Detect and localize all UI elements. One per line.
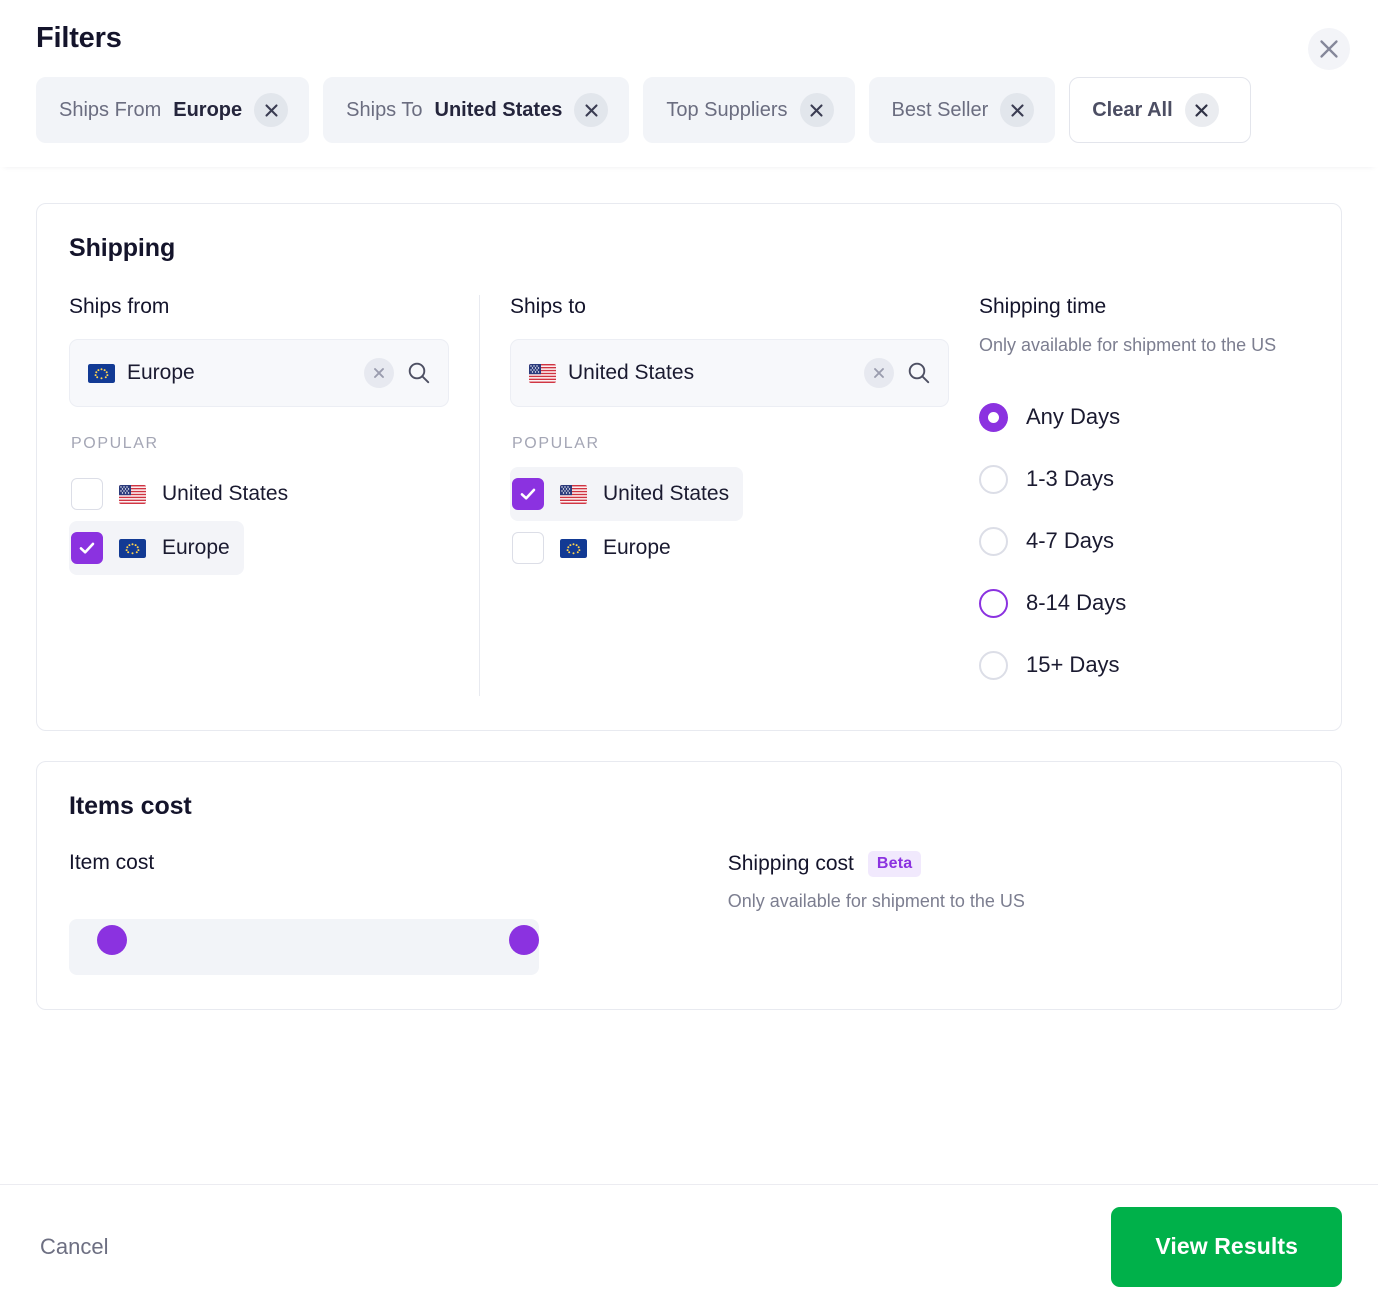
close-icon (1318, 38, 1340, 60)
ships-from-heading: Ships from (69, 295, 170, 318)
ships-to-column: Ships to United States POPULAR United St… (479, 295, 949, 697)
item-cost-heading: Item cost (69, 851, 728, 875)
chip-label: Best Seller (891, 98, 989, 121)
radio-button[interactable] (979, 588, 1008, 618)
radio-label: 4-7 Days (1026, 528, 1115, 554)
ships-from-option-united-states[interactable]: United States (69, 467, 302, 521)
chip-label: Ships To (346, 98, 423, 121)
ships-to-option-united-states[interactable]: United States (510, 467, 744, 521)
chip-value: Europe (173, 98, 243, 121)
checkbox[interactable] (512, 532, 544, 564)
eu-flag-icon (560, 538, 587, 558)
cancel-button[interactable]: Cancel (36, 1224, 112, 1270)
search-icon[interactable] (906, 360, 932, 386)
ships-from-column: Ships from Europe POPULAR United States … (69, 295, 479, 696)
ships-to-search-value: United States (568, 361, 695, 384)
beta-badge: Beta (867, 851, 922, 878)
chip-label: Top Suppliers (666, 98, 788, 121)
close-button[interactable] (1308, 28, 1350, 70)
checkbox[interactable] (512, 478, 544, 510)
radio-label: 1-3 Days (1026, 466, 1115, 492)
chip-remove-icon[interactable] (574, 93, 609, 127)
item-cost-range-slider[interactable] (69, 919, 539, 976)
shipping-section-title: Shipping (69, 234, 176, 262)
search-icon[interactable] (406, 360, 432, 386)
clear-icon[interactable] (364, 358, 394, 388)
radio-button[interactable] (979, 464, 1008, 494)
radio-label: 15+ Days (1026, 652, 1120, 678)
ships-from-popular-label: POPULAR (71, 435, 159, 452)
option-label: Europe (162, 536, 230, 559)
option-label: Europe (603, 536, 671, 559)
shipping-time-option-8-14-days[interactable]: 8-14 Days (979, 572, 1126, 634)
radio-label: 8-14 Days (1026, 590, 1127, 616)
checkbox[interactable] (71, 478, 103, 510)
item-cost-column: Item cost (69, 851, 728, 976)
shipping-time-note: Only available for shipment to the US (979, 335, 1277, 355)
chip-remove-icon[interactable] (799, 93, 834, 127)
ships-from-search-value: Europe (127, 361, 195, 384)
checkbox[interactable] (71, 532, 103, 564)
radio-label: Any Days (1026, 404, 1121, 430)
chip-ships-to[interactable]: Ships To United States (323, 77, 630, 143)
us-flag-icon (529, 363, 556, 383)
shipping-cost-note: Only available for shipment to the US (727, 891, 1025, 912)
shipping-cost-label: Shipping cost (727, 852, 854, 876)
view-results-button[interactable]: View Results (1111, 1206, 1342, 1287)
chip-best-seller[interactable]: Best Seller (868, 77, 1056, 143)
chip-label: Ships From (59, 98, 162, 121)
chip-clear-all[interactable]: Clear All (1069, 77, 1252, 143)
chip-ships-from[interactable]: Ships From Europe (36, 77, 310, 143)
chip-value: United States (434, 98, 563, 121)
option-label: United States (603, 482, 730, 505)
clear-icon[interactable] (864, 358, 894, 388)
active-filter-chips: Ships From Europe Ships To United States… (36, 77, 1342, 143)
ships-to-option-europe[interactable]: Europe (510, 521, 685, 575)
radio-button[interactable] (979, 526, 1008, 556)
modal-footer: Cancel View Results (0, 1184, 1378, 1308)
option-label: United States (162, 482, 289, 505)
ships-from-option-europe[interactable]: Europe (69, 521, 244, 575)
shipping-cost-column: Shipping cost Beta Only available for sh… (728, 851, 1309, 975)
shipping-cost-heading: Shipping cost Beta (727, 851, 1309, 878)
shipping-time-option-1-3-days[interactable]: 1-3 Days (979, 448, 1114, 510)
us-flag-icon (119, 484, 146, 504)
ships-to-search-input[interactable]: United States (510, 339, 949, 407)
slider-track[interactable] (69, 919, 539, 976)
ships-from-search-input[interactable]: Europe (69, 339, 449, 407)
modal-header: Filters Ships From Europe Ships To Unite… (0, 0, 1378, 167)
radio-button[interactable] (979, 402, 1008, 432)
shipping-time-option-4-7-days[interactable]: 4-7 Days (979, 510, 1114, 572)
slider-handle-min[interactable] (97, 925, 127, 956)
shipping-time-column: Shipping time Only available for shipmen… (949, 295, 1349, 696)
shipping-time-heading: Shipping time (979, 295, 1107, 318)
shipping-section: Shipping Ships from Europe POPULAR Unite… (36, 203, 1342, 732)
chip-top-suppliers[interactable]: Top Suppliers (643, 77, 855, 143)
us-flag-icon (560, 484, 587, 504)
filters-modal: Filters Ships From Europe Ships To Unite… (0, 0, 1378, 1308)
chip-remove-icon[interactable] (254, 93, 289, 127)
shipping-time-option-15-plus-days[interactable]: 15+ Days (979, 634, 1120, 696)
slider-handle-max[interactable] (509, 925, 539, 956)
ships-to-popular-label: POPULAR (512, 435, 600, 452)
shipping-time-option-any-days[interactable]: Any Days (979, 386, 1120, 448)
items-cost-section: Items cost Item cost Shipping cost Beta … (36, 761, 1342, 1011)
chip-label: Clear All (1092, 98, 1173, 121)
filters-body: Shipping Ships from Europe POPULAR Unite… (0, 167, 1378, 1308)
items-cost-section-title: Items cost (69, 792, 192, 821)
page-title: Filters (36, 22, 122, 54)
eu-flag-icon (119, 538, 146, 558)
eu-flag-icon (88, 363, 115, 383)
radio-button[interactable] (979, 650, 1008, 680)
chip-remove-icon[interactable] (1000, 93, 1035, 127)
item-cost-label: Item cost (69, 851, 155, 875)
ships-to-heading: Ships to (510, 295, 586, 318)
chip-remove-icon[interactable] (1184, 93, 1219, 127)
